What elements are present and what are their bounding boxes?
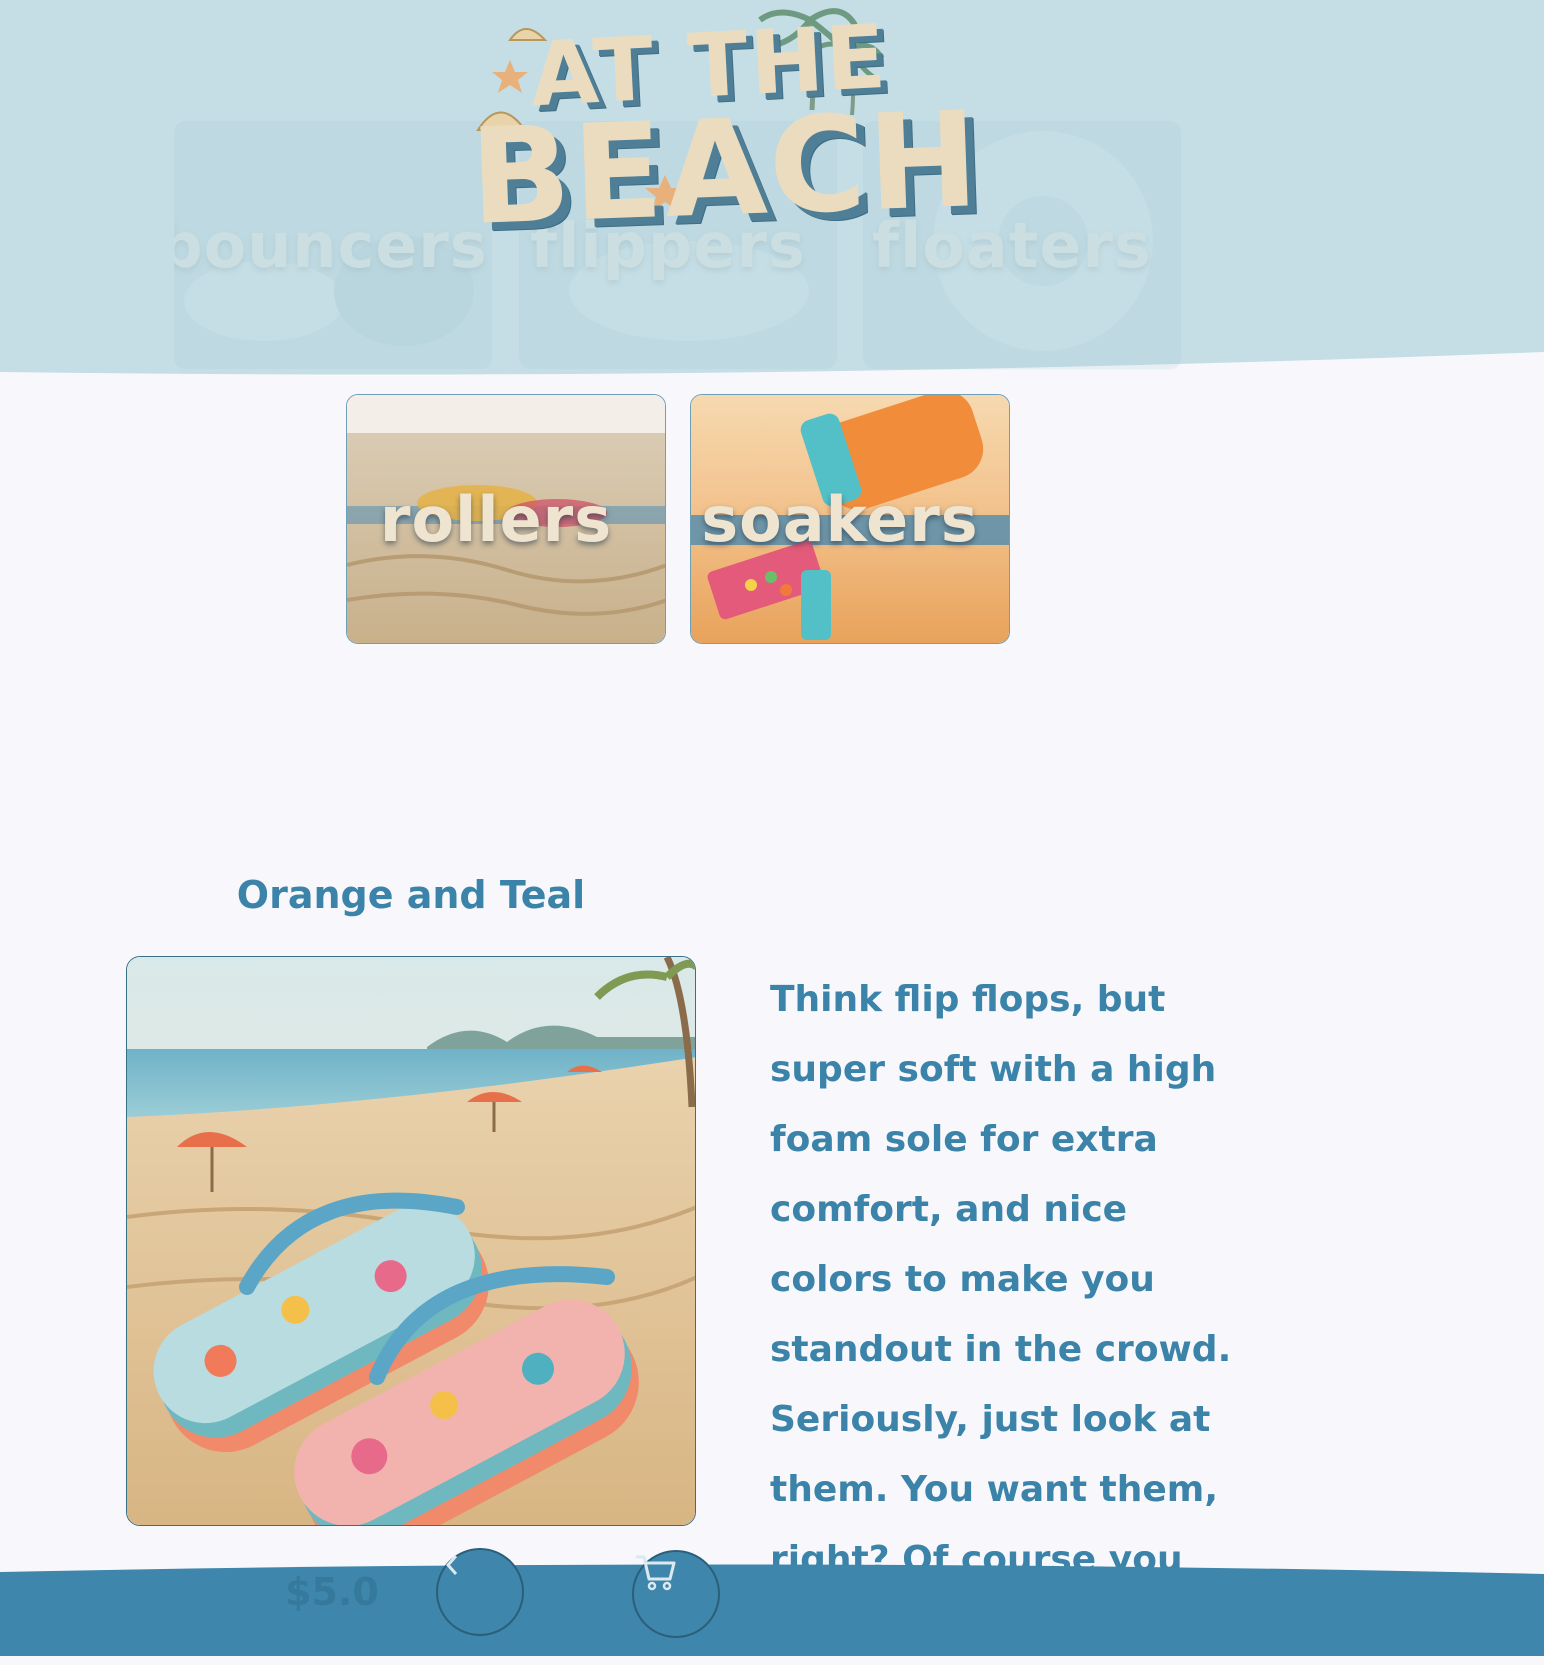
category-label: soakers [701, 482, 979, 556]
cart-button[interactable] [632, 1550, 720, 1638]
category-card-bouncers[interactable]: bouncers [173, 120, 493, 370]
footer-background [0, 1564, 1544, 1656]
category-label: bouncers [173, 208, 488, 282]
site-logo[interactable]: AT THE BEACH [467, 0, 982, 280]
footer-bar: $5.0 [0, 1548, 1544, 1656]
chevron-icon [445, 1555, 458, 1575]
product-price: $5.0 [285, 1570, 379, 1614]
cart-icon [635, 1555, 676, 1591]
back-button[interactable] [436, 1548, 524, 1636]
product-title: Orange and Teal [236, 873, 586, 917]
logo-text-line2: BEACH [467, 83, 983, 255]
category-card-soakers[interactable]: soakers [690, 394, 1010, 644]
category-label: rollers [379, 482, 613, 556]
product-image [126, 956, 696, 1526]
category-card-rollers[interactable]: rollers [346, 394, 666, 644]
site-header: bouncers flippers floaters AT THE BEACH [0, 0, 1544, 390]
flip-flops-image [127, 957, 695, 1525]
